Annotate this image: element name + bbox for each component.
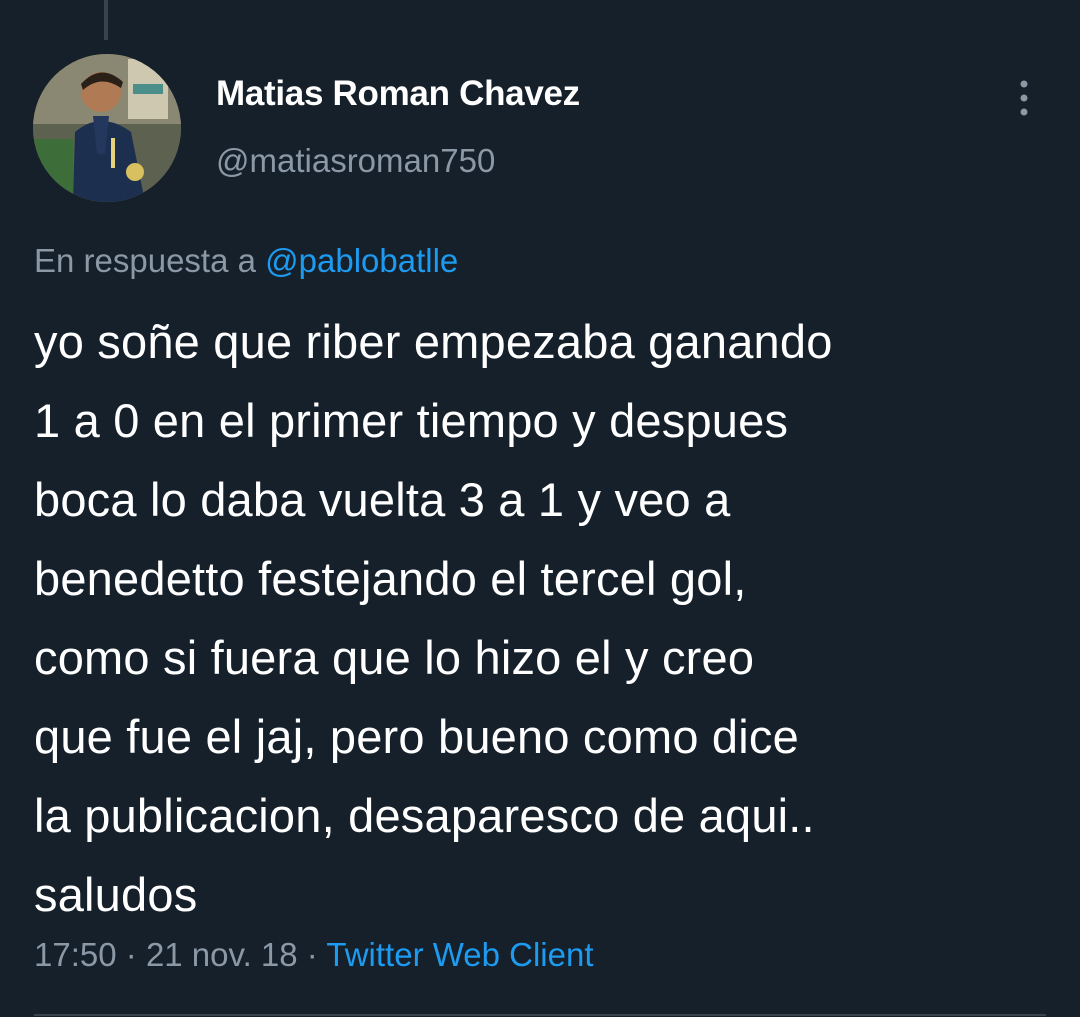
tweet-meta: 17:50 · 21 nov. 18 · Twitter Web Client: [34, 936, 594, 974]
tweet-text-line: benedetto festejando el tercel gol,: [34, 552, 747, 605]
reply-prefix: En respuesta a: [34, 242, 256, 279]
tweet-time[interactable]: 17:50: [34, 936, 117, 973]
meta-separator: ·: [125, 936, 137, 973]
reply-mention-link[interactable]: @pablobatlle: [265, 242, 458, 279]
tweet-text-line: la publicacion, desaparesco de aqui..: [34, 789, 815, 842]
tweet-text-line: saludos: [34, 868, 198, 921]
reply-context: En respuesta a @pablobatlle: [34, 242, 458, 280]
tweet-text-line: como si fuera que lo hizo el y creo: [34, 631, 755, 684]
author-name[interactable]: Matias Roman Chavez: [216, 74, 580, 114]
thread-connector-line: [104, 0, 108, 40]
tweet-text-line: 1 a 0 en el primer tiempo y despues: [34, 394, 789, 447]
tweet-date[interactable]: 21 nov. 18: [146, 936, 298, 973]
tweet-text-line: que fue el jaj, pero bueno como dice: [34, 710, 799, 763]
avatar[interactable]: [33, 54, 181, 202]
more-vertical-icon: [1020, 80, 1028, 116]
author-handle[interactable]: @matiasroman750: [216, 142, 495, 180]
meta-separator: ·: [306, 936, 318, 973]
more-options-button[interactable]: [1004, 76, 1044, 120]
tweet-source-link[interactable]: Twitter Web Client: [326, 936, 593, 973]
tweet-text-line: yo soñe que riber empezaba ganando: [34, 315, 833, 368]
divider: [34, 1014, 1046, 1016]
tweet-text: yo soñe que riber empezaba ganando 1 a 0…: [34, 302, 1064, 934]
tweet-text-line: boca lo daba vuelta 3 a 1 y veo a: [34, 473, 731, 526]
avatar-photo: [33, 54, 181, 202]
